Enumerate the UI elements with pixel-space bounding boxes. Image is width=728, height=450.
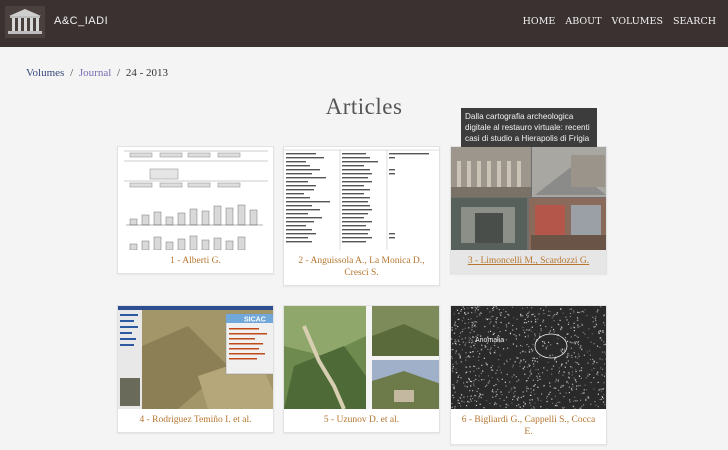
article-card-4[interactable]: SICAC 4 - Rodriguez Temiño I. et al. <box>117 305 274 433</box>
article-card-6[interactable]: Anomalia 6 - Bigliardi G., Cappelli S., … <box>450 305 607 445</box>
breadcrumb-separator: / <box>117 67 121 79</box>
breadcrumb-separator: / <box>70 67 74 79</box>
breadcrumb-journal[interactable]: Journal <box>79 67 111 79</box>
article-thumbnail[interactable]: SICAC <box>118 306 273 409</box>
nav-about[interactable]: ABOUT <box>565 16 601 27</box>
article-link[interactable]: 2 - Anguissola A., La Monica D., Cresci … <box>284 250 439 285</box>
article-card-1[interactable]: 1 - Alberti G. <box>117 146 274 274</box>
article-tooltip: Dalla cartografia archeologica digitale … <box>461 108 597 147</box>
breadcrumb: Volumes / Journal / 24 - 2013 <box>26 67 168 79</box>
sicac-logo-text: SICAC <box>244 317 266 324</box>
article-link[interactable]: 5 - Uzunov D. et al. <box>284 409 439 432</box>
article-card-5[interactable]: 5 - Uzunov D. et al. <box>283 305 440 433</box>
nav-home[interactable]: HOME <box>523 16 556 27</box>
page-title: Articles <box>325 94 403 119</box>
article-thumbnail[interactable] <box>118 147 273 250</box>
temple-logo-icon[interactable] <box>5 6 45 38</box>
main-nav: HOME ABOUT VOLUMES SEARCH <box>523 16 716 27</box>
article-link[interactable]: 6 - Bigliardi G., Cappelli S., Cocca E. <box>451 409 606 444</box>
article-thumbnail[interactable] <box>284 306 439 409</box>
site-brand[interactable]: A&C_IADI <box>54 15 108 27</box>
top-navbar: A&C_IADI HOME ABOUT VOLUMES SEARCH <box>0 0 728 47</box>
nav-volumes[interactable]: VOLUMES <box>612 16 663 27</box>
article-thumbnail[interactable]: Anomalia <box>451 306 606 409</box>
article-thumbnail[interactable] <box>451 147 606 250</box>
article-card-2[interactable]: 2 - Anguissola A., La Monica D., Cresci … <box>283 146 440 286</box>
article-thumbnail[interactable] <box>284 147 439 250</box>
article-link[interactable]: 4 - Rodriguez Temiño I. et al. <box>118 409 273 432</box>
article-card-3[interactable]: 3 - Limoncelli M., Scardozzi G. <box>450 146 607 274</box>
article-link[interactable]: 3 - Limoncelli M., Scardozzi G. <box>451 250 606 273</box>
breadcrumb-volumes[interactable]: Volumes <box>26 67 64 79</box>
article-link[interactable]: 1 - Alberti G. <box>118 250 273 273</box>
breadcrumb-current: 24 - 2013 <box>125 67 168 79</box>
anomaly-label: Anomalia <box>475 337 504 344</box>
nav-search[interactable]: SEARCH <box>673 16 716 27</box>
